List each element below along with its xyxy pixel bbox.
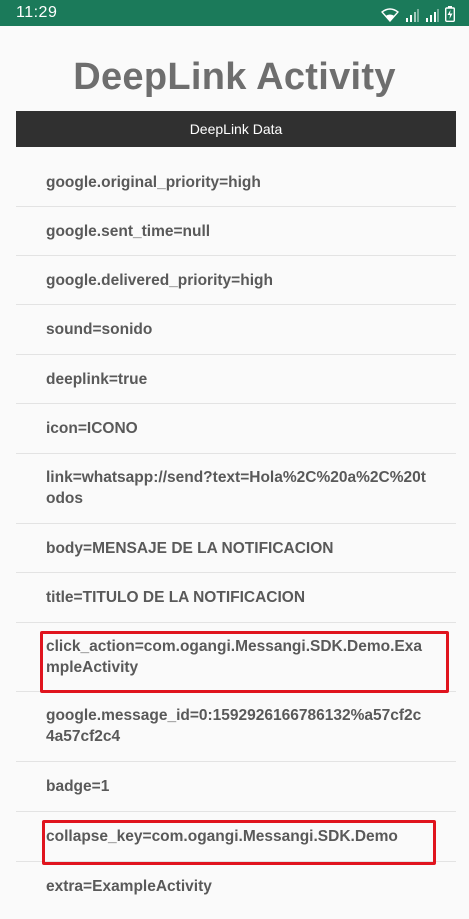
list-item[interactable]: extra=ExampleActivity [16,862,456,912]
wifi-icon [381,8,399,22]
page-title: DeepLink Activity [73,56,396,98]
list-item-text: sound=sonido [46,321,153,338]
deeplink-data-header: DeepLink Data [16,111,456,147]
list-item-text: click_action=com.ogangi.Messangi.SDK.Dem… [46,638,422,676]
status-icons [381,4,455,22]
list-item-text: extra=ExampleActivity [46,878,212,895]
list-item-text: icon=ICONO [46,420,138,437]
list-item-text: collapse_key=com.ogangi.Messangi.SDK.Dem… [46,828,398,845]
list-item-text: link=whatsapp://send?text=Hola%2C%20a%2C… [46,469,426,507]
list-item[interactable]: collapse_key=com.ogangi.Messangi.SDK.Dem… [16,812,456,862]
list-item[interactable]: badge=1 [16,762,456,812]
status-bar: 11:29 [0,0,469,26]
status-time: 11:29 [16,4,58,21]
list-item-text: google.original_priority=high [46,174,261,191]
signal-icon [405,8,419,22]
list-item[interactable]: deeplink=true [16,355,456,404]
list-item[interactable]: google.message_id=0:1592926166786132%a57… [16,692,456,762]
list-item-text: badge=1 [46,778,110,795]
list-item[interactable]: google.original_priority=high [16,157,456,207]
list-item-text: google.delivered_priority=high [46,272,273,289]
list-item[interactable]: google.delivered_priority=high [16,256,456,305]
list-item[interactable]: google.sent_time=null [16,207,456,256]
list-item-text: google.message_id=0:1592926166786132%a57… [46,707,422,745]
signal-icon-2 [425,8,439,22]
list-item-text: body=MENSAJE DE LA NOTIFICACION [46,540,334,557]
list-item[interactable]: title=TITULO DE LA NOTIFICACION [16,573,456,623]
list-item-text: title=TITULO DE LA NOTIFICACION [46,589,306,606]
list-item[interactable]: sound=sonido [16,305,456,355]
battery-icon [445,6,455,22]
list-item[interactable]: click_action=com.ogangi.Messangi.SDK.Dem… [16,623,456,692]
list-item[interactable]: icon=ICONO [16,404,456,454]
list-item-text: google.sent_time=null [46,223,211,240]
list-item[interactable]: link=whatsapp://send?text=Hola%2C%20a%2C… [16,454,456,524]
list-item-text: deeplink=true [46,371,148,388]
list-item[interactable]: body=MENSAJE DE LA NOTIFICACION [16,524,456,573]
